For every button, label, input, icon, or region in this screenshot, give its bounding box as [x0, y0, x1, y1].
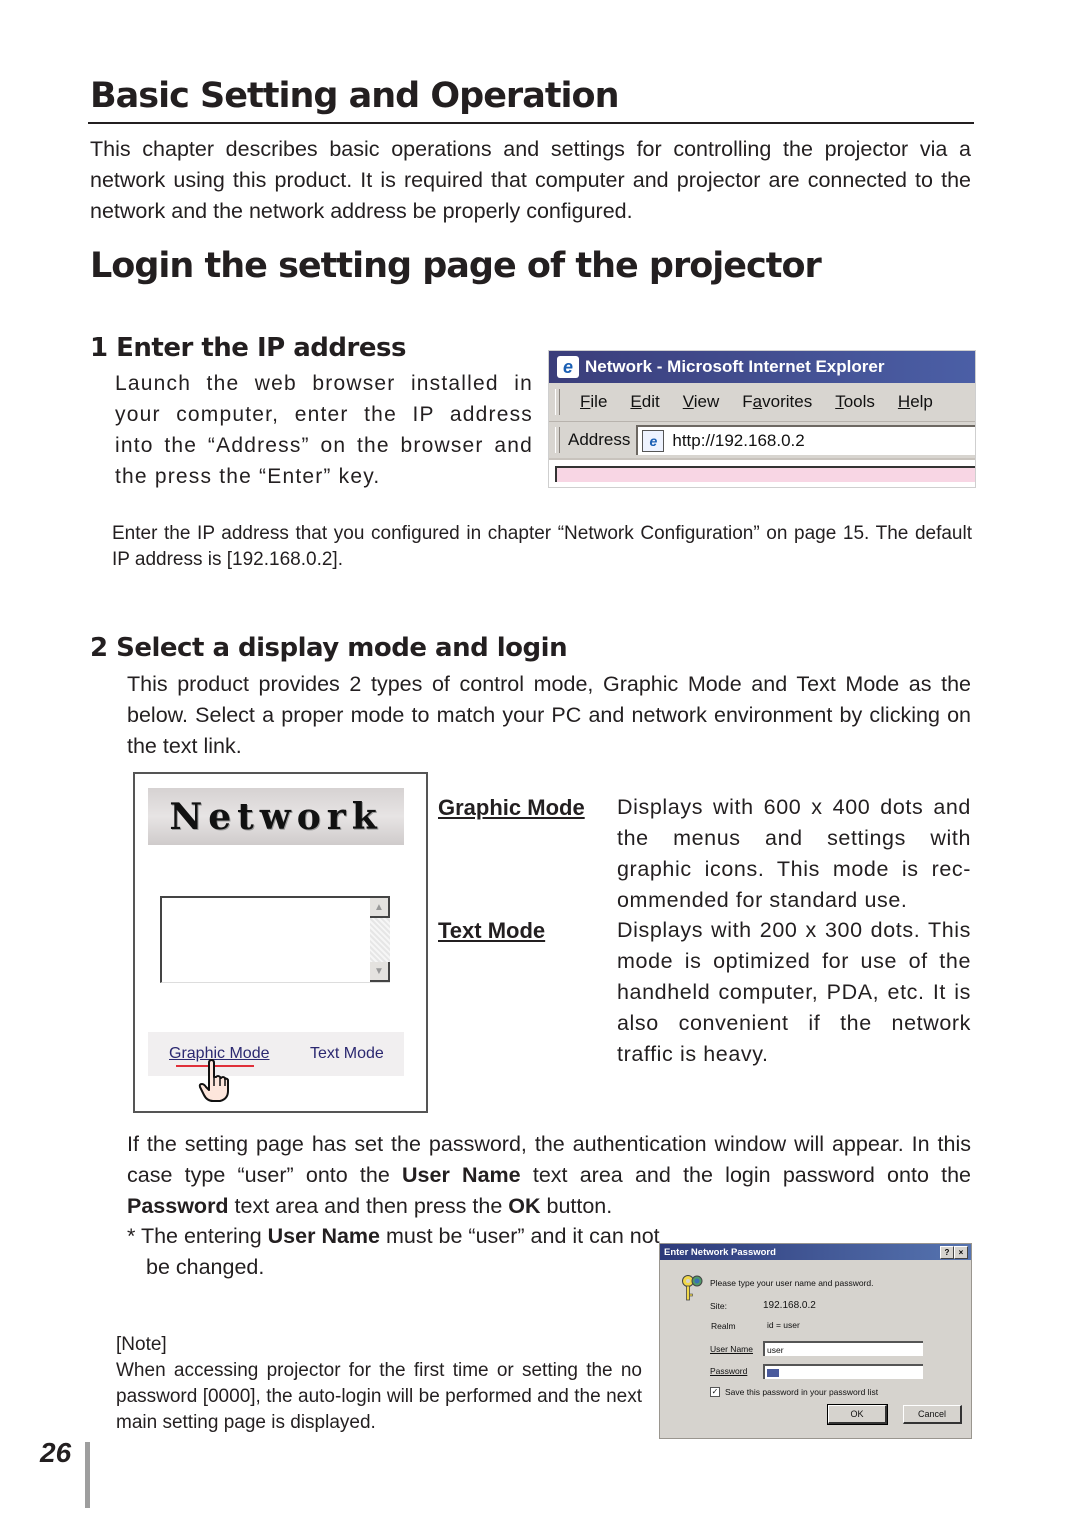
auth-bold-username: User Name: [402, 1163, 521, 1187]
text-mode-label: Text Mode: [438, 918, 546, 943]
menu-accelerator: F: [580, 392, 591, 411]
menu-help[interactable]: Help: [898, 392, 933, 412]
key-icon: [682, 1275, 703, 1301]
ie-logo-icon: e: [557, 356, 579, 378]
step1-note: Enter the IP address that you configured…: [112, 523, 972, 570]
network-textarea[interactable]: ▲ ▼: [160, 896, 390, 983]
username-value: user: [767, 1344, 784, 1355]
toolbar-grip[interactable]: [555, 389, 560, 415]
chapter-intro: This chapter describes basic operations …: [90, 137, 971, 223]
page-number: 26: [40, 1437, 72, 1468]
step1-body: Launch the web browser installed in your…: [115, 372, 533, 488]
browser-address-bar: Address e http://192.168.0.2: [549, 422, 975, 460]
realm-value: id = user: [767, 1320, 800, 1330]
password-selection: [767, 1368, 779, 1377]
menu-favorites[interactable]: Favorites: [742, 392, 812, 412]
menu-accelerator: H: [897, 392, 911, 411]
toolbar-grip[interactable]: [555, 427, 560, 453]
graphic-mode-label: Graphic Mode: [438, 795, 585, 820]
password-input[interactable]: [763, 1364, 923, 1379]
auth-bold-password: Password: [127, 1194, 229, 1218]
note-body: When accessing projector for the first t…: [116, 1360, 642, 1433]
network-banner: Network: [148, 788, 404, 845]
save-password-label: Save this password in your password list: [725, 1387, 879, 1397]
menu-accelerator: T: [835, 392, 844, 411]
scrollbar[interactable]: ▲ ▼: [370, 898, 390, 982]
save-password-checkbox[interactable]: ✓ Save this password in your password li…: [710, 1387, 878, 1397]
password-dialog-screenshot: Enter Network Password ? × Please type y…: [659, 1243, 972, 1439]
section-title: Login the setting page of the projector: [90, 246, 822, 286]
cancel-button[interactable]: Cancel: [903, 1405, 962, 1424]
auth-bold-ok: OK: [508, 1194, 541, 1218]
dialog-prompt: Please type your user name and password.: [710, 1278, 874, 1288]
password-label: Password: [710, 1366, 747, 1376]
ok-button[interactable]: OK: [827, 1404, 888, 1425]
realm-label: Realm: [711, 1321, 736, 1331]
menu-edit[interactable]: Edit: [630, 392, 659, 412]
auth-text: text area and then press the: [228, 1194, 509, 1218]
hand-pointer-icon: [198, 1059, 229, 1102]
dialog-title: Enter Network Password: [664, 1246, 776, 1258]
username-label: User Name: [710, 1344, 753, 1354]
page-title: Basic Setting and Operation: [90, 76, 620, 116]
menu-accelerator: E: [630, 392, 642, 411]
step2-heading: 2 Select a display mode and login: [90, 633, 568, 663]
address-label: Address: [568, 430, 631, 449]
step2-body: This product provides 2 types of control…: [127, 672, 971, 758]
menu-accelerator: a: [752, 392, 763, 411]
help-icon[interactable]: ?: [940, 1246, 954, 1259]
page-number-bar: [85, 1442, 90, 1508]
menu-view[interactable]: View: [683, 392, 720, 412]
graphic-mode-description: Displays with 600 x 400 dots and the men…: [617, 795, 971, 912]
note-label: [Note]: [116, 1334, 167, 1355]
auth-text: button.: [540, 1194, 613, 1218]
network-login-page-screenshot: Network ▲ ▼ Graphic Mode Text Mode: [133, 772, 428, 1113]
text-mode-description: Displays with 200 x 300 dots. This mode …: [617, 918, 971, 1066]
note-text: * The entering: [127, 1224, 268, 1248]
password-label-text: Password: [710, 1366, 748, 1376]
browser-window-screenshot: e Network - Microsoft Internet Explorer …: [548, 350, 976, 488]
note-bold-username: User Name: [267, 1224, 380, 1248]
username-note: * The entering User Name must be “user” …: [127, 1221, 666, 1283]
page-icon: e: [642, 430, 665, 452]
site-value: 192.168.0.2: [763, 1300, 816, 1311]
checkmark-icon[interactable]: ✓: [710, 1387, 720, 1397]
menu-tools[interactable]: Tools: [835, 392, 875, 412]
mode-links-bar: Graphic Mode Text Mode: [148, 1032, 404, 1076]
authentication-paragraph: If the setting page has set the password…: [127, 1129, 971, 1222]
menu-accelerator: V: [682, 392, 694, 411]
scroll-down-icon[interactable]: ▼: [370, 962, 390, 982]
title-rule: [88, 122, 974, 124]
username-label-text: User Name: [710, 1344, 753, 1354]
close-icon[interactable]: ×: [954, 1246, 968, 1259]
text-mode-link[interactable]: Text Mode: [310, 1045, 384, 1063]
site-label: Site:: [710, 1301, 728, 1311]
dialog-title-bar: Enter Network Password ? ×: [660, 1244, 971, 1260]
browser-content-area: [555, 466, 975, 482]
address-input[interactable]: e http://192.168.0.2: [636, 425, 975, 455]
address-value: http://192.168.0.2: [672, 431, 805, 450]
username-input[interactable]: user: [763, 1341, 923, 1356]
menu-file[interactable]: File: [580, 392, 607, 412]
browser-window-title: Network - Microsoft Internet Explorer: [585, 357, 885, 376]
auth-text: text area and the login password onto th…: [520, 1163, 972, 1187]
scroll-up-icon[interactable]: ▲: [370, 898, 390, 918]
browser-menu-bar: File Edit View Favorites Tools Help: [549, 383, 975, 422]
step1-heading: 1 Enter the IP address: [90, 333, 406, 363]
browser-title-bar: e Network - Microsoft Internet Explorer: [549, 351, 975, 383]
